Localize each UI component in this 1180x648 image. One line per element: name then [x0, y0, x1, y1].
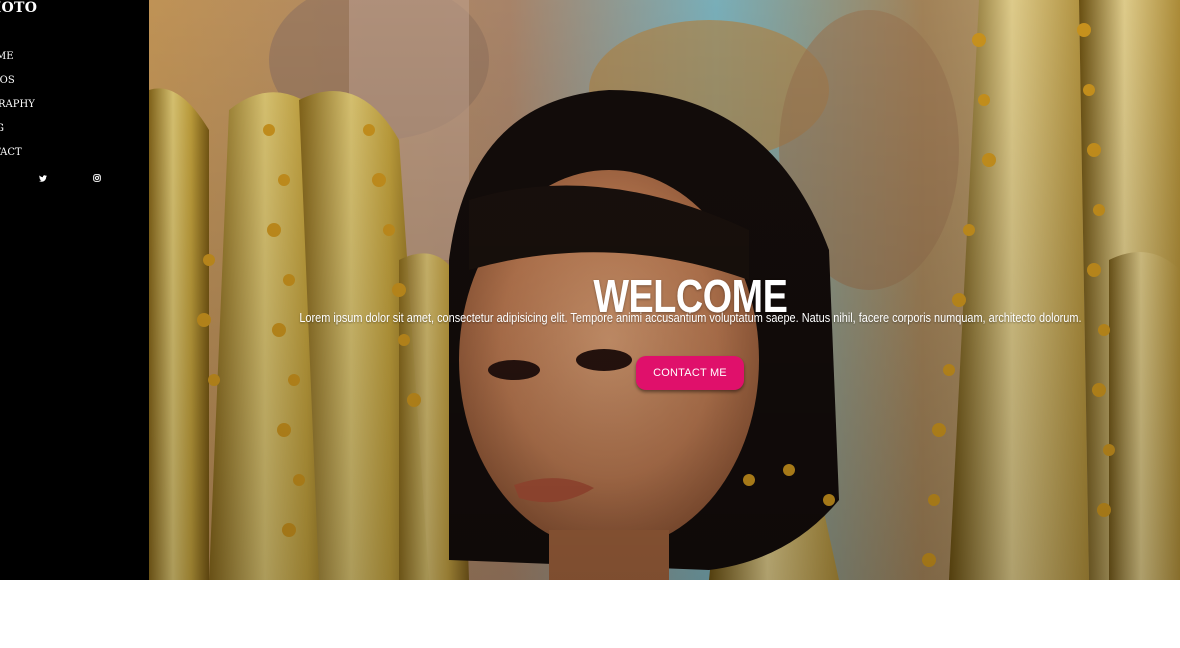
contact-me-button[interactable]: CONTACT ME — [636, 356, 744, 390]
brand-logo[interactable]: HOTO — [0, 0, 37, 16]
twitter-icon[interactable] — [37, 172, 49, 184]
nav-item-photos[interactable]: TOS — [0, 74, 15, 88]
nav-item-blog[interactable]: G — [0, 122, 4, 136]
nav-item-contact[interactable]: TACT — [0, 146, 22, 160]
page: HOTO ME TOS GRAPHY G TACT — [0, 0, 1180, 648]
hero-subtitle: Lorem ipsum dolor sit amet, consectetur … — [299, 310, 1082, 325]
nav-item-home[interactable]: ME — [0, 50, 14, 64]
page-footer-space — [0, 580, 1180, 648]
nav-item-photography[interactable]: GRAPHY — [0, 98, 35, 112]
sidebar: HOTO ME TOS GRAPHY G TACT — [0, 0, 149, 580]
hero-section: WELCOME Lorem ipsum dolor sit amet, cons… — [149, 0, 1180, 580]
instagram-icon[interactable] — [91, 172, 103, 184]
